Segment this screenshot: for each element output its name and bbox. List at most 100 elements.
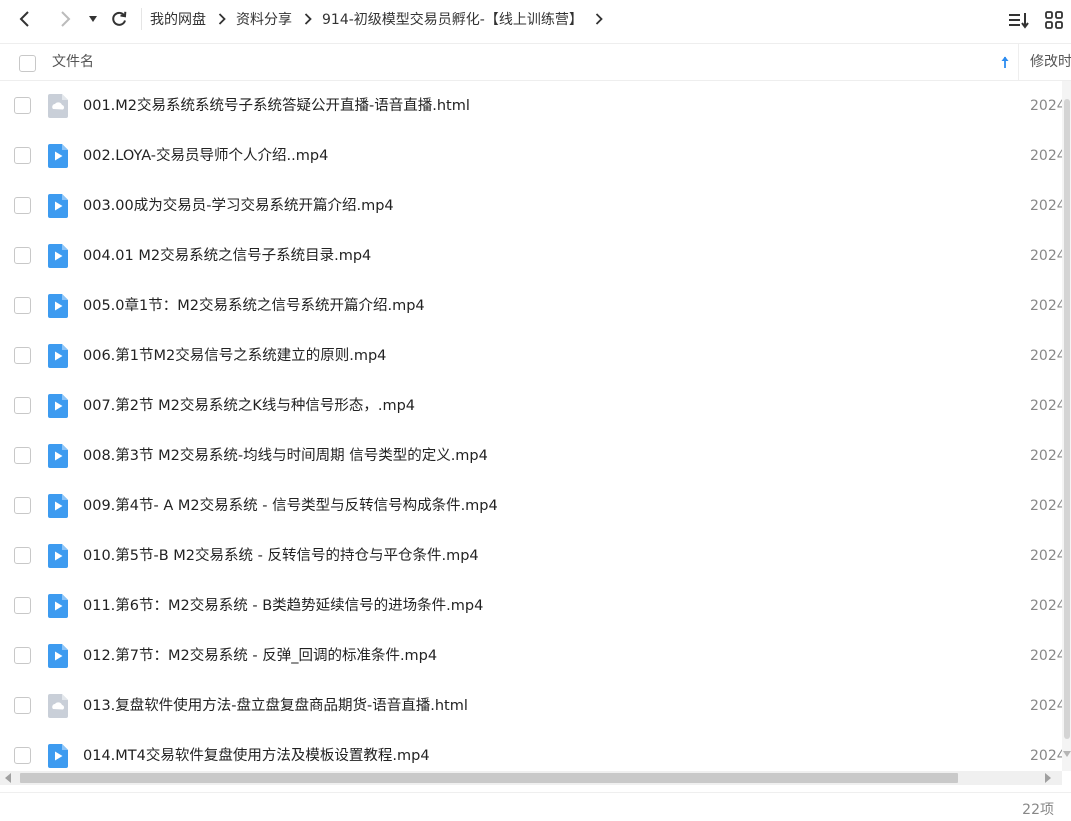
- row-checkbox[interactable]: [14, 147, 31, 164]
- chevron-right-icon: [218, 13, 226, 25]
- modified-time-column-header[interactable]: 修改时: [1030, 44, 1071, 80]
- status-bar: 22项: [0, 792, 1071, 821]
- file-name[interactable]: 009.第4节- A M2交易系统 - 信号类型与反转信号构成条件.mp4: [83, 481, 498, 531]
- file-modified-time: 2024: [1030, 498, 1062, 514]
- video-file-icon: [47, 293, 69, 323]
- video-file-icon: [47, 743, 69, 771]
- row-checkbox[interactable]: [14, 247, 31, 264]
- breadcrumb-item-root[interactable]: 我的网盘: [148, 9, 208, 29]
- vertical-scrollbar[interactable]: [1062, 81, 1071, 771]
- breadcrumb-item-current[interactable]: 914-初级模型交易员孵化-【线上训练营】: [320, 9, 585, 29]
- column-header: 文件名 修改时: [0, 43, 1071, 81]
- file-name[interactable]: 012.第7节：M2交易系统 - 反弹_回调的标准条件.mp4: [83, 631, 437, 681]
- file-modified-time: 2024: [1030, 398, 1062, 414]
- file-modified-time: 2024: [1030, 248, 1062, 264]
- file-name[interactable]: 002.LOYA-交易员导师个人介绍..mp4: [83, 131, 328, 181]
- toolbar-divider: [141, 8, 142, 30]
- scroll-left-arrow-icon[interactable]: [5, 773, 11, 783]
- history-dropdown-button[interactable]: [80, 6, 106, 32]
- forward-button[interactable]: [52, 6, 78, 32]
- file-list: 001.M2交易系统系统号子系统答疑公开直播-语音直播.html 2024 002.…: [0, 81, 1062, 771]
- file-modified-time: 2024: [1030, 548, 1062, 564]
- row-checkbox[interactable]: [14, 297, 31, 314]
- file-row[interactable]: 009.第4节- A M2交易系统 - 信号类型与反转信号构成条件.mp4 202…: [0, 481, 1062, 531]
- file-row[interactable]: 008.第3节 M2交易系统-均线与时间周期 信号类型的定义.mp4 2024: [0, 431, 1062, 481]
- breadcrumb-item-share[interactable]: 资料分享: [234, 9, 294, 29]
- file-modified-time: 2024: [1030, 198, 1062, 214]
- row-checkbox[interactable]: [14, 647, 31, 664]
- row-checkbox[interactable]: [14, 747, 31, 764]
- row-checkbox[interactable]: [14, 397, 31, 414]
- horizontal-scrollbar-thumb[interactable]: [20, 773, 958, 783]
- file-name[interactable]: 007.第2节 M2交易系统之K线与种信号形态，.mp4: [83, 381, 415, 431]
- file-modified-time: 2024: [1030, 298, 1062, 314]
- chevron-left-icon: [19, 11, 29, 27]
- row-checkbox[interactable]: [14, 197, 31, 214]
- file-name[interactable]: 013.复盘软件使用方法-盘立盘复盘商品期货-语音直播.html: [83, 681, 468, 731]
- file-name[interactable]: 003.00成为交易员-学习交易系统开篇介绍.mp4: [83, 181, 394, 231]
- name-column-header[interactable]: 文件名: [52, 44, 94, 80]
- row-checkbox[interactable]: [14, 547, 31, 564]
- file-name[interactable]: 006.第1节M2交易信号之系统建立的原则.mp4: [83, 331, 386, 381]
- row-checkbox[interactable]: [14, 697, 31, 714]
- column-divider[interactable]: [1018, 44, 1019, 81]
- file-row[interactable]: 013.复盘软件使用方法-盘立盘复盘商品期货-语音直播.html 2024: [0, 681, 1062, 731]
- caret-down-icon: [89, 16, 97, 22]
- video-file-icon: [47, 493, 69, 523]
- toolbar: 我的网盘 资料分享 914-初级模型交易员孵化-【线上训练营】: [0, 0, 1071, 38]
- file-row[interactable]: 005.0章1节：M2交易系统之信号系统开篇介绍.mp4 2024: [0, 281, 1062, 331]
- chevron-right-icon: [595, 13, 603, 25]
- file-name[interactable]: 010.第5节-B M2交易系统 - 反转信号的持仓与平仓条件.mp4: [83, 531, 479, 581]
- file-row[interactable]: 006.第1节M2交易信号之系统建立的原则.mp4 2024: [0, 331, 1062, 381]
- video-file-icon: [47, 393, 69, 423]
- file-modified-time: 2024: [1030, 598, 1062, 614]
- file-row[interactable]: 001.M2交易系统系统号子系统答疑公开直播-语音直播.html 2024: [0, 81, 1062, 131]
- file-modified-time: 2024: [1030, 348, 1062, 364]
- row-checkbox[interactable]: [14, 497, 31, 514]
- file-row[interactable]: 012.第7节：M2交易系统 - 反弹_回调的标准条件.mp4 2024: [0, 631, 1062, 681]
- file-name[interactable]: 008.第3节 M2交易系统-均线与时间周期 信号类型的定义.mp4: [83, 431, 488, 481]
- file-modified-time: 2024: [1030, 698, 1062, 714]
- refresh-button[interactable]: [106, 6, 132, 32]
- video-file-icon: [47, 593, 69, 623]
- refresh-icon: [112, 11, 127, 26]
- sort-ascending-icon[interactable]: [1000, 54, 1010, 73]
- file-row[interactable]: 011.第6节：M2交易系统 - B类趋势延续信号的进场条件.mp4 2024: [0, 581, 1062, 631]
- file-name[interactable]: 004.01 M2交易系统之信号子系统目录.mp4: [83, 231, 371, 281]
- file-row[interactable]: 014.MT4交易软件复盘使用方法及模板设置教程.mp4 2024: [0, 731, 1062, 771]
- row-checkbox[interactable]: [14, 597, 31, 614]
- file-row[interactable]: 003.00成为交易员-学习交易系统开篇介绍.mp4 2024: [0, 181, 1062, 231]
- file-row[interactable]: 002.LOYA-交易员导师个人介绍..mp4 2024: [0, 131, 1062, 181]
- file-modified-time: 2024: [1030, 748, 1062, 764]
- video-file-icon: [47, 443, 69, 473]
- horizontal-scrollbar[interactable]: [0, 771, 1062, 785]
- breadcrumb: 我的网盘 资料分享 914-初级模型交易员孵化-【线上训练营】: [148, 0, 611, 38]
- select-all-checkbox[interactable]: [19, 55, 36, 72]
- row-checkbox[interactable]: [14, 347, 31, 364]
- file-modified-time: 2024: [1030, 648, 1062, 664]
- scroll-down-arrow-icon[interactable]: [1063, 751, 1071, 757]
- video-file-icon: [47, 243, 69, 273]
- file-modified-time: 2024: [1030, 148, 1062, 164]
- vertical-scrollbar-thumb[interactable]: [1064, 99, 1070, 739]
- back-button[interactable]: [12, 6, 38, 32]
- file-name[interactable]: 005.0章1节：M2交易系统之信号系统开篇介绍.mp4: [83, 281, 425, 331]
- file-row[interactable]: 004.01 M2交易系统之信号子系统目录.mp4 2024: [0, 231, 1062, 281]
- file-name[interactable]: 011.第6节：M2交易系统 - B类趋势延续信号的进场条件.mp4: [83, 581, 483, 631]
- grid-view-button[interactable]: [1044, 8, 1064, 32]
- file-row[interactable]: 010.第5节-B M2交易系统 - 反转信号的持仓与平仓条件.mp4 2024: [0, 531, 1062, 581]
- file-row[interactable]: 007.第2节 M2交易系统之K线与种信号形态，.mp4 2024: [0, 381, 1062, 431]
- video-file-icon: [47, 343, 69, 373]
- breadcrumb-expand-button[interactable]: [595, 13, 603, 25]
- file-name[interactable]: 001.M2交易系统系统号子系统答疑公开直播-语音直播.html: [83, 81, 470, 131]
- video-file-icon: [47, 543, 69, 573]
- chevron-right-icon: [61, 11, 71, 27]
- row-checkbox[interactable]: [14, 97, 31, 114]
- sort-list-icon: [1009, 13, 1029, 29]
- video-file-icon: [47, 193, 69, 223]
- video-file-icon: [47, 643, 69, 673]
- sort-menu-button[interactable]: [1008, 8, 1030, 32]
- row-checkbox[interactable]: [14, 447, 31, 464]
- scroll-right-arrow-icon[interactable]: [1045, 773, 1051, 783]
- file-name[interactable]: 014.MT4交易软件复盘使用方法及模板设置教程.mp4: [83, 731, 430, 771]
